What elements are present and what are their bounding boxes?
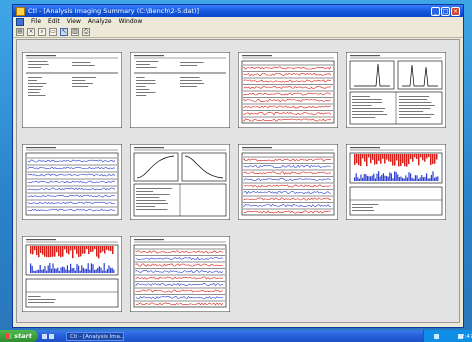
page-icon[interactable]: ▭ bbox=[49, 27, 57, 36]
close-icon[interactable]: × bbox=[27, 27, 35, 36]
taskbar: start Ctl - [Analysis Ima... 12:47 bbox=[0, 330, 472, 342]
maximize-button[interactable]: □ bbox=[441, 6, 450, 16]
minimize-button[interactable]: _ bbox=[431, 6, 440, 16]
windows-logo-icon bbox=[6, 333, 13, 339]
open-icon[interactable]: ▤ bbox=[16, 27, 24, 36]
preview-area[interactable] bbox=[16, 39, 460, 323]
quick-launch-icon[interactable] bbox=[42, 333, 47, 339]
start-button[interactable]: start bbox=[0, 330, 38, 342]
chart-icon[interactable]: ▥ bbox=[71, 27, 79, 36]
title-bar[interactable]: Ctl - [Analysis Imaging Summary (C:\Benc… bbox=[13, 5, 463, 17]
report-page-10[interactable] bbox=[130, 236, 230, 312]
quick-launch-icon[interactable] bbox=[49, 333, 54, 339]
report-page-3[interactable] bbox=[238, 52, 338, 128]
menu-window[interactable]: Window bbox=[119, 18, 143, 25]
menu-file[interactable]: File bbox=[31, 18, 41, 25]
report-page-5[interactable] bbox=[22, 144, 122, 220]
tray-icon[interactable] bbox=[433, 333, 439, 339]
menu-edit[interactable]: Edit bbox=[48, 18, 60, 25]
print-icon[interactable]: ⎙ bbox=[82, 27, 90, 36]
start-label: start bbox=[14, 332, 32, 340]
quick-launch bbox=[42, 333, 62, 339]
clock: 12:47 bbox=[457, 333, 472, 340]
report-page-4[interactable] bbox=[346, 52, 446, 128]
report-page-6[interactable] bbox=[130, 144, 230, 220]
report-page-1[interactable] bbox=[22, 52, 122, 128]
report-page-8[interactable] bbox=[346, 144, 446, 220]
document-icon[interactable] bbox=[16, 17, 24, 26]
system-tray: 12:47 bbox=[423, 330, 472, 342]
taskbar-item[interactable]: Ctl - [Analysis Ima... bbox=[66, 331, 124, 341]
menu-analyze[interactable]: Analyze bbox=[88, 18, 112, 25]
close-button[interactable]: × bbox=[451, 6, 460, 16]
menu-bar: File Edit View Analyze Window bbox=[13, 17, 463, 26]
pointer-icon[interactable]: ↖ bbox=[60, 27, 68, 36]
menu-view[interactable]: View bbox=[67, 18, 81, 25]
app-icon bbox=[16, 6, 25, 16]
report-page-2[interactable] bbox=[130, 52, 230, 128]
report-page-7[interactable] bbox=[238, 144, 338, 220]
zoom-icon[interactable]: ⌕ bbox=[38, 27, 46, 36]
window-title: Ctl - [Analysis Imaging Summary (C:\Benc… bbox=[28, 7, 200, 15]
toolbar: ▤ × ⌕ ▭ ↖ ▥ ⎙ bbox=[13, 26, 463, 38]
app-window[interactable]: Ctl - [Analysis Imaging Summary (C:\Benc… bbox=[12, 4, 464, 328]
report-page-9[interactable] bbox=[22, 236, 122, 312]
